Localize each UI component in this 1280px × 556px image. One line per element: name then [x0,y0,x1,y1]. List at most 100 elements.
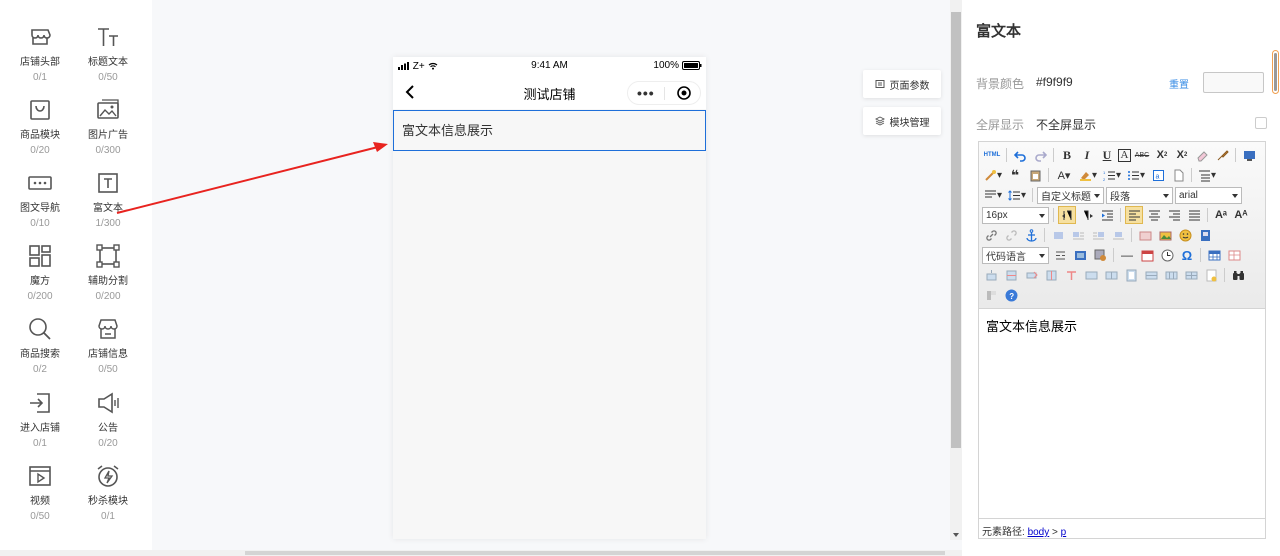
ltr-direction-icon[interactable] [1058,206,1076,224]
font-family-select[interactable]: arial [1175,186,1242,204]
close-target-icon[interactable] [677,86,691,100]
font-border-icon[interactable]: A [1118,148,1131,162]
component-flash-sale[interactable]: 秒杀模块 0/1 [78,463,138,523]
scrollbar-thumb[interactable] [1274,53,1277,91]
component-enter-store[interactable]: 进入店铺 0/1 [10,390,70,450]
simple-upload-icon[interactable] [1136,226,1154,244]
image-center-icon[interactable] [1109,226,1127,244]
merge-right-icon[interactable] [1102,266,1120,284]
font-color-icon[interactable]: A▾ [1053,166,1075,184]
unordered-list-icon[interactable]: ▾ [1125,166,1147,184]
insert-row-icon[interactable] [1002,266,1020,284]
image-left-icon[interactable] [1069,226,1087,244]
component-image-ad[interactable]: 图片广告 0/300 [78,97,138,157]
format-brush-icon[interactable] [1213,146,1231,164]
delete-row-icon[interactable] [1022,266,1040,284]
component-goods-search[interactable]: 商品搜索 0/2 [10,316,70,376]
page-params-button[interactable]: 页面参数 [863,70,941,98]
component-store-header[interactable]: 店铺头部 0/1 [10,24,70,84]
redo-icon[interactable] [1031,146,1049,164]
horizontal-rule-icon[interactable]: — [1118,246,1136,264]
lowercase-icon[interactable]: Aᴬ [1232,206,1250,224]
component-goods[interactable]: 商品模块 0/20 [10,97,70,157]
insert-image-icon[interactable] [1156,226,1174,244]
fullscreen-checkbox[interactable] [1255,117,1267,129]
italic-icon[interactable]: I [1078,146,1096,164]
font-size-select[interactable]: 16px [982,206,1049,224]
auto-format-icon[interactable]: ▾ [982,166,1004,184]
more-icon[interactable]: ••• [637,86,655,100]
split-to-rows-icon[interactable] [1142,266,1160,284]
page-break-icon[interactable] [1051,246,1069,264]
uppercase-icon[interactable]: Aᵃ [1212,206,1230,224]
indent-icon[interactable] [1098,206,1116,224]
image-none-icon[interactable] [1049,226,1067,244]
component-cube[interactable]: 魔方 0/200 [10,243,70,303]
component-divider[interactable]: 辅助分割 0/200 [78,243,138,303]
split-to-cells-icon[interactable] [1182,266,1200,284]
component-rich-text[interactable]: 富文本 1/300 [78,170,138,230]
special-chars-icon[interactable]: Ω [1178,246,1196,264]
background-icon[interactable] [1091,246,1109,264]
insert-time-icon[interactable] [1158,246,1176,264]
strikethrough-icon[interactable]: ABC [1133,146,1151,164]
ordered-list-icon[interactable]: 1 2 ▾ [1101,166,1123,184]
blockquote-icon[interactable]: ❝ [1006,166,1024,184]
split-to-cols-icon[interactable] [1162,266,1180,284]
align-center-icon[interactable] [1145,206,1163,224]
clear-doc-icon[interactable] [1169,166,1187,184]
custom-title-select[interactable]: 自定义标题 [1037,186,1104,204]
canvas-horizontal-scrollbar[interactable] [0,550,962,556]
html-source-icon[interactable]: HTML [982,146,1002,164]
align-right-icon[interactable] [1165,206,1183,224]
align-justify-icon[interactable] [1185,206,1203,224]
image-right-icon[interactable] [1089,226,1107,244]
paragraph-select[interactable]: 段落 [1106,186,1173,204]
cell-attrs-icon[interactable] [1202,266,1220,284]
rtl-direction-icon[interactable] [1078,206,1096,224]
eraser-icon[interactable] [1193,146,1211,164]
module-manage-button[interactable]: 模块管理 [863,107,941,135]
superscript-icon[interactable]: X2 [1153,146,1171,164]
align-left-icon[interactable] [1125,206,1143,224]
component-store-info[interactable]: 店铺信息 0/50 [78,316,138,376]
bold-icon[interactable]: B [1058,146,1076,164]
template-icon[interactable] [1071,246,1089,264]
row-spacing-top-icon[interactable]: ▾ [1196,166,1218,184]
subscript-icon[interactable]: X2 [1173,146,1191,164]
scrollbar-thumb[interactable] [245,551,945,555]
line-height-icon[interactable]: ▾ [1006,186,1028,204]
path-p-link[interactable]: p [1061,527,1067,538]
component-announcement[interactable]: 公告 0/20 [78,390,138,450]
drafts-icon[interactable] [982,286,1000,304]
editor-content-area[interactable]: 富文本信息展示 [979,310,1265,518]
path-body-link[interactable]: body [1028,527,1050,538]
background-color-icon[interactable]: ▾ [1077,166,1099,184]
merge-down-icon[interactable] [1122,266,1140,284]
help-icon[interactable]: ? [1002,286,1020,304]
delete-table-icon[interactable] [1225,246,1243,264]
rich-text-block[interactable]: 富文本信息展示 [393,110,706,151]
underline-icon[interactable]: U [1098,146,1116,164]
emoticon-icon[interactable] [1176,226,1194,244]
canvas-vertical-scrollbar[interactable] [950,0,962,540]
panel-scrollbar[interactable] [1272,50,1279,94]
color-picker[interactable] [1203,72,1264,93]
component-image-nav[interactable]: 图文导航 0/10 [10,170,70,230]
insert-paragraph-before-table-icon[interactable] [982,266,1000,284]
search-replace-icon[interactable] [1229,266,1247,284]
code-language-select[interactable]: 代码语言 [982,246,1049,264]
undo-icon[interactable] [1011,146,1029,164]
insert-video-icon[interactable] [1196,226,1214,244]
scroll-down-arrow-icon[interactable] [953,533,959,537]
unlink-icon[interactable] [1002,226,1020,244]
select-all-icon[interactable]: a [1149,166,1167,184]
insert-table-icon[interactable] [1205,246,1223,264]
anchor-icon[interactable] [1022,226,1040,244]
merge-cells-icon[interactable] [1082,266,1100,284]
delete-col-icon[interactable] [1062,266,1080,284]
insert-date-icon[interactable] [1138,246,1156,264]
paste-plain-icon[interactable] [1026,166,1044,184]
scrollbar-thumb[interactable] [951,12,961,448]
component-video[interactable]: 视频 0/50 [10,463,70,523]
